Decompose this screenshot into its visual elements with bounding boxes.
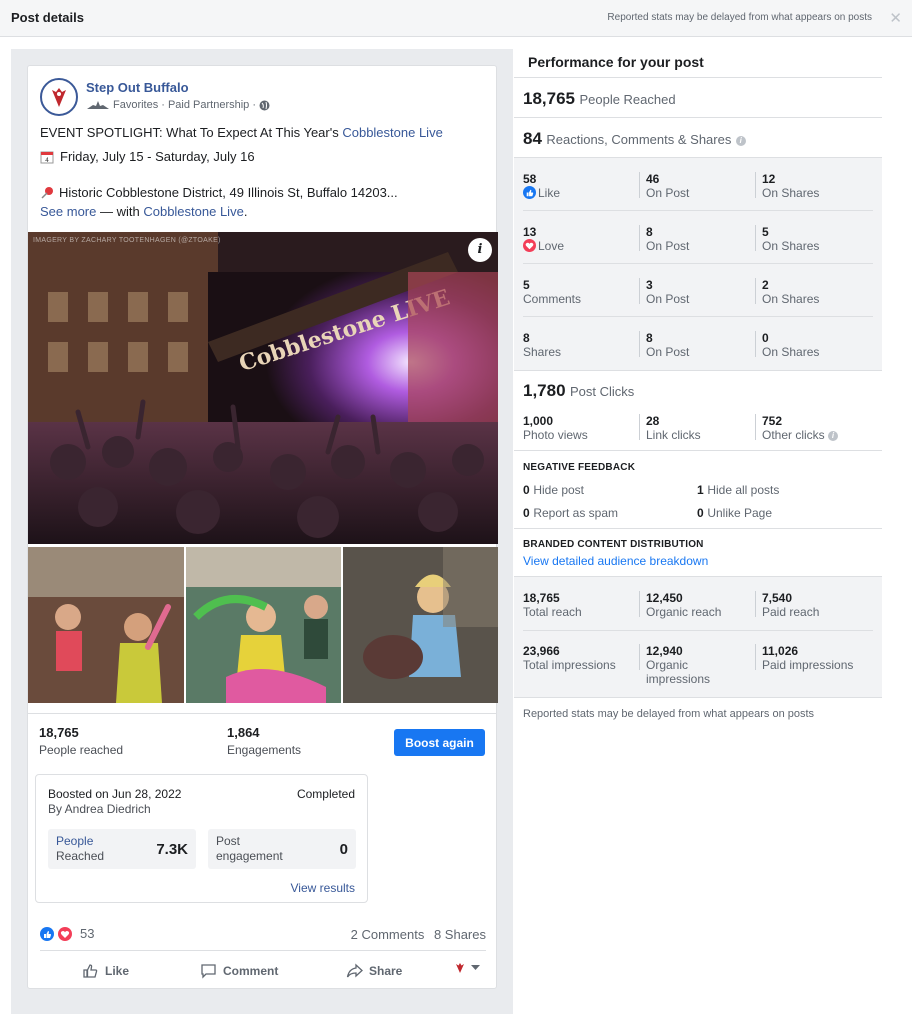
reactions-breakdown: 58 Like 46 On Post 12 On Shares 13 Love 8 On … [514,158,882,371]
like-icon [523,186,536,199]
thumbnail-photo-1[interactable] [28,547,184,703]
like-on-post: 46 On Post [646,172,690,200]
cobblestone-tag-link[interactable]: Cobblestone Live [143,204,243,219]
love-on-shares: 5 On Shares [762,225,820,253]
link-clicks-stat: 28 Link clicks [646,414,701,442]
post-with-line: See more — with Cobblestone Live. [40,204,248,219]
comments-on-post: 3 On Post [646,278,690,306]
reach-breakdown: 18,765 Total reach 12,450 Organic reach 7,… [514,577,882,698]
footer-delay-note: Reported stats may be delayed from what … [523,708,815,720]
like-button[interactable]: Like [82,962,129,979]
reaction-summary[interactable]: 53 [40,926,94,941]
delay-note: Reported stats may be delayed from what … [607,12,872,23]
see-more-link[interactable]: See more [40,204,96,219]
organic-impressions-stat: 12,940 Organic impressions [646,644,711,686]
page-logo-icon [456,963,464,973]
post-date: 4 Friday, July 15 - Saturday, July 16 [40,149,255,164]
people-reached-stat: 18,765 People reached [39,725,124,757]
action-bar: Like Comment Share [40,954,486,988]
post-card: Step Out Buffalo Favorites · Paid Partne… [27,65,498,989]
close-icon[interactable]: ✕ [889,9,902,27]
post-clicks-section: 1,780 Post Clicks 1,000 Photo views 28 Lin… [514,371,882,451]
info-icon[interactable]: i [828,431,839,441]
branded-content-title: BRANDED CONTENT DISTRIBUTION [523,539,704,550]
reactions-bar: 53 2 Comments 8 Shares [40,919,486,951]
view-results-link[interactable]: View results [291,881,355,895]
photo-watermark: IMAGERY BY ZACHARY TOOTENHAGEN (@ZTOAKE) [33,237,221,244]
boosted-on-date: Boosted on Jun 28, 2022 [48,787,182,801]
share-icon [346,963,363,978]
post-summary-stats: 18,765 People reached 1,864 Engagements … [28,713,496,765]
negative-feedback-section: NEGATIVE FEEDBACK 0 Hide post 1 Hide all… [514,451,882,529]
share-button[interactable]: Share [346,962,402,979]
photo-views-stat: 1,000 Photo views [523,414,588,442]
post-headline: EVENT SPOTLIGHT: What To Expect At This … [40,125,443,140]
love-icon [523,239,536,252]
pushpin-icon [41,186,53,199]
negative-feedback-title: NEGATIVE FEEDBACK [523,462,636,473]
other-clicks-stat: 752 Other clicks i [762,414,839,442]
branded-content-section: BRANDED CONTENT DISTRIBUTION View detail… [514,529,882,577]
hide-post-stat: 0 Hide post [523,483,585,497]
audience-breakdown-link[interactable]: View detailed audience breakdown [523,554,708,568]
total-impressions-stat: 23,966 Total impressions [523,644,616,672]
paid-impressions-stat: 11,026 Paid impressions [762,644,854,672]
favorites-label: Favorites [113,99,159,111]
info-icon[interactable]: i [735,136,746,146]
comment-button[interactable]: Comment [200,962,278,979]
total-reach-stat: 18,765 Total reach [523,591,582,619]
post-preview-pane: Step Out Buffalo Favorites · Paid Partne… [11,49,513,1014]
report-spam-stat: 0 Report as spam [523,506,619,520]
main-concert-photo[interactable]: Cobblestone LIVE IMAGERY BY ZACHARY TOOT… [28,232,498,544]
post-engagement-metric: Post engagement 0 [208,829,356,869]
like-reaction-icon [40,926,54,941]
post-location: Historic Cobblestone District, 49 Illino… [40,185,398,200]
love-on-post: 8 On Post [646,225,690,253]
paid-partnership-label: · Paid Partnership · [161,99,257,111]
thumbs-up-icon [83,964,98,978]
avatar[interactable] [40,78,78,116]
organic-reach-stat: 12,450 Organic reach [646,591,722,619]
boost-again-button[interactable]: Boost again [394,729,485,756]
like-total: 58 Like [523,172,561,200]
paid-reach-stat: 7,540 Paid reach [762,591,820,619]
comments-count[interactable]: 2 Comments [351,927,425,942]
shares-on-shares: 0 On Shares [762,331,820,359]
comment-icon [201,964,216,979]
globe-icon [259,100,270,110]
chevron-down-icon [471,965,480,970]
unlike-page-stat: 0 Unlike Page [697,506,773,520]
people-reached-section: 18,765 People Reached [514,78,882,118]
page-name[interactable]: Step Out Buffalo [86,80,189,95]
like-on-shares: 12 On Shares [762,172,820,200]
comments-total: 5 Comments [523,278,582,306]
reactions-section: 84 Reactions, Comments & Shares i [514,118,882,158]
comments-on-shares: 2 On Shares [762,278,820,306]
shares-total: 8 Shares [523,331,562,359]
favorites-icon [87,101,109,109]
people-reached-metric: People Reached 7.3K [48,829,196,869]
love-total: 13 Love [523,225,565,253]
thumbnail-photo-2[interactable] [186,547,341,703]
info-icon[interactable]: i [468,238,492,262]
shares-on-post: 8 On Post [646,331,690,359]
boosted-by: By Andrea Diedrich [48,802,151,816]
step-out-buffalo-logo-icon [52,88,66,107]
dialog-title: Post details [11,10,84,25]
post-meta: Favorites · Paid Partnership · [86,99,270,111]
cobblestone-link[interactable]: Cobblestone Live [342,125,442,140]
boost-summary-box: Boosted on Jun 28, 2022 Completed By And… [35,774,368,903]
thumbnail-photo-3[interactable] [343,547,498,703]
boost-status: Completed [296,787,355,801]
shares-count[interactable]: 8 Shares [434,927,486,942]
post-as-selector[interactable] [455,962,480,974]
engagements-stat: 1,864 Engagements [227,725,302,757]
calendar-icon: 4 [40,151,54,164]
top-bar: Post details Reported stats may be delay… [0,0,912,37]
svg-text:4: 4 [45,157,49,164]
performance-title: Performance for your post [528,54,704,70]
hide-all-posts-stat: 1 Hide all posts [697,483,780,497]
love-reaction-icon [58,926,72,941]
